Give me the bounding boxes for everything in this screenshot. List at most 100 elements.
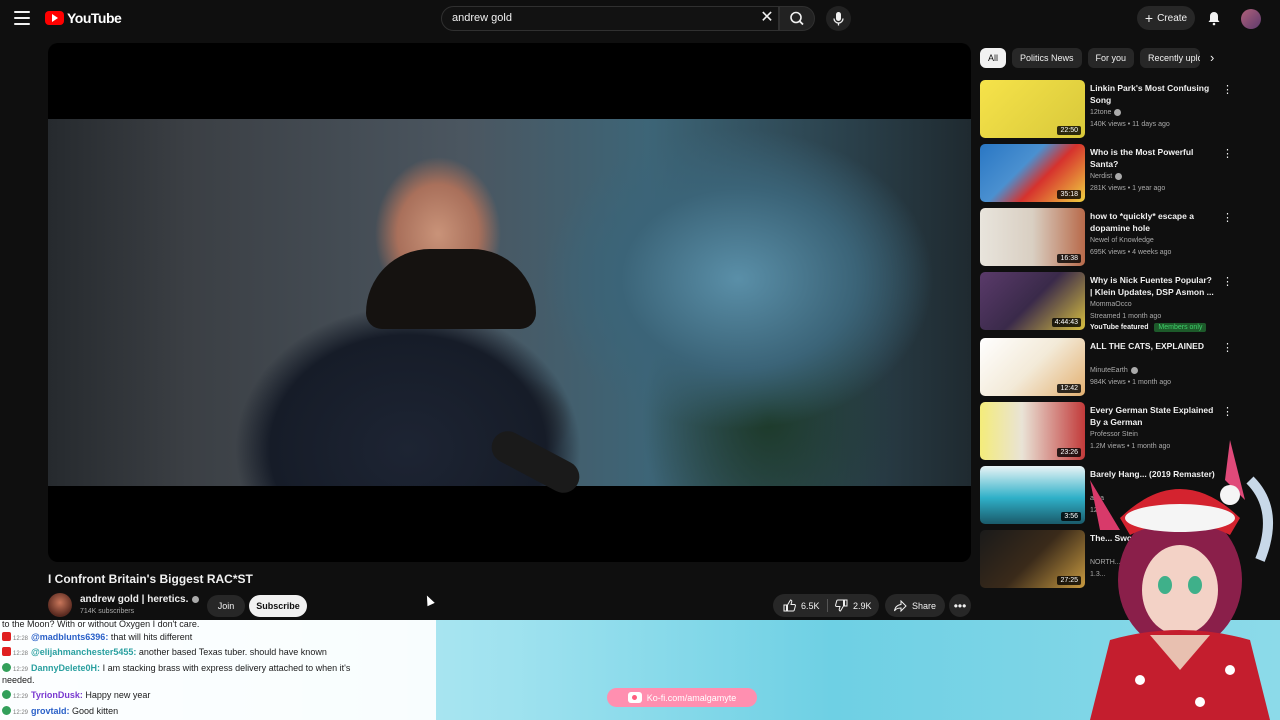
- chip-all[interactable]: All: [980, 48, 1007, 68]
- related-meta: Streamed 1 month ago: [1090, 313, 1162, 320]
- chat-message: needed.: [2, 675, 35, 685]
- related-title[interactable]: ALL THE CATS, EXPLAINED: [1090, 340, 1215, 352]
- channel-name[interactable]: andrew gold | heretics.: [80, 594, 200, 605]
- more-horizontal-icon: •••: [953, 598, 967, 613]
- create-button[interactable]: + Create: [1137, 6, 1195, 30]
- youtube-play-icon: [45, 11, 64, 25]
- chat-message: 12:28 @elijahmanchester5455: another base…: [2, 647, 327, 657]
- create-label: Create: [1157, 12, 1188, 24]
- related-channel[interactable]: MinuteEarth: [1090, 367, 1138, 374]
- like-button[interactable]: 6.5K: [783, 599, 820, 612]
- more-actions-button[interactable]: •••: [949, 594, 971, 617]
- related-video[interactable]: 35:18 Who is the Most Powerful Santa? Ne…: [980, 144, 1240, 204]
- verified-icon: [192, 596, 200, 603]
- members-badge: Members only: [1154, 323, 1207, 332]
- related-title[interactable]: how to *quickly* escape a dopamine hole: [1090, 210, 1215, 234]
- related-channel[interactable]: Nerdist: [1090, 173, 1123, 180]
- mouse-cursor: [423, 593, 435, 607]
- related-meta: 281K views • 1 year ago: [1090, 185, 1166, 192]
- video-thumbnail[interactable]: 27:25: [980, 530, 1085, 588]
- related-channel[interactable]: 12tone: [1090, 109, 1122, 116]
- plus-icon: +: [1144, 10, 1154, 26]
- more-vertical-icon[interactable]: ⋮: [1222, 147, 1233, 161]
- subscribe-button[interactable]: Subscribe: [249, 595, 307, 617]
- more-vertical-icon[interactable]: ⋮: [1222, 211, 1233, 225]
- logo-text: YouTube: [67, 10, 122, 26]
- chip-recently-uploaded[interactable]: Recently uploaded: [1140, 48, 1201, 68]
- related-meta: 695K views • 4 weeks ago: [1090, 249, 1172, 256]
- chat-text: I am stacking brass with express deliver…: [102, 663, 351, 673]
- related-video[interactable]: 12:42 ALL THE CATS, EXPLAINED MinuteEart…: [980, 338, 1240, 398]
- podcast-microphone: [486, 425, 585, 499]
- search-box[interactable]: [441, 6, 779, 31]
- youtube-logo[interactable]: YouTube: [45, 10, 122, 26]
- voice-search-button[interactable]: [826, 6, 851, 31]
- filter-chips: All Politics News For you Recently uploa…: [980, 48, 1201, 68]
- channel-name-text: andrew gold | heretics.: [80, 594, 189, 605]
- chat-user: @elijahmanchester5455:: [31, 647, 137, 657]
- related-video[interactable]: 16:38 how to *quickly* escape a dopamine…: [980, 208, 1240, 268]
- chat-text: needed.: [2, 675, 35, 685]
- notifications-bell-icon[interactable]: [1206, 10, 1222, 26]
- related-video[interactable]: 4:44:43 Why is Nick Fuentes Popular? | K…: [980, 272, 1240, 342]
- video-frame: [48, 119, 971, 499]
- chat-message: 12:29 TyrionDusk: Happy new year: [2, 690, 150, 700]
- dislike-button[interactable]: 2.9K: [835, 599, 872, 612]
- chat-text: Happy new year: [85, 690, 151, 700]
- video-thumbnail[interactable]: 23:26: [980, 402, 1085, 460]
- chat-text: Good kitten: [72, 706, 119, 716]
- video-player[interactable]: [48, 43, 971, 562]
- search-button[interactable]: [779, 6, 815, 31]
- chat-user: @madblunts6396:: [31, 632, 109, 642]
- video-thumbnail[interactable]: 16:38: [980, 208, 1085, 266]
- related-channel[interactable]: Newel of Knowledge: [1090, 237, 1154, 244]
- chat-time: 12:29: [13, 694, 29, 700]
- microphone-icon: [833, 12, 844, 26]
- chat-time: 12:28: [13, 636, 29, 642]
- more-vertical-icon[interactable]: ⋮: [1222, 341, 1233, 355]
- share-label: Share: [911, 600, 937, 611]
- featured-badge: YouTube featured: [1090, 324, 1149, 331]
- related-video[interactable]: 22:50 Linkin Park's Most Confusing Song …: [980, 80, 1240, 140]
- verified-icon: [1115, 173, 1123, 180]
- chat-text: another based Texas tuber. should have k…: [138, 647, 327, 657]
- search-input[interactable]: [452, 12, 742, 24]
- share-button[interactable]: Share: [885, 594, 945, 617]
- vtuber-avatar: [1090, 440, 1273, 720]
- channel-avatar[interactable]: [48, 593, 72, 617]
- verified-icon: [1114, 109, 1122, 116]
- chip-for-you[interactable]: For you: [1087, 48, 1135, 68]
- duration-badge: 35:18: [1057, 190, 1081, 199]
- video-thumbnail[interactable]: 22:50: [980, 80, 1085, 138]
- twitch-icon: [2, 663, 11, 672]
- video-thumbnail[interactable]: 12:42: [980, 338, 1085, 396]
- chat-user: DannyDelete0H:: [31, 663, 101, 673]
- chip-politics-news[interactable]: Politics News: [1012, 48, 1082, 68]
- video-thumbnail[interactable]: 4:44:43: [980, 272, 1085, 330]
- thumbs-down-icon: [835, 599, 848, 612]
- related-channel[interactable]: MommaOcco: [1090, 301, 1132, 308]
- related-title[interactable]: Why is Nick Fuentes Popular? | Klein Upd…: [1090, 274, 1215, 298]
- join-button[interactable]: Join: [207, 595, 245, 617]
- youtube-watch-page: YouTube ✕ + Create I Confront Britain's …: [0, 0, 1280, 720]
- chat-time: 12:29: [13, 667, 29, 673]
- clear-search-icon[interactable]: ✕: [760, 10, 774, 26]
- account-avatar[interactable]: [1241, 9, 1261, 29]
- related-channel[interactable]: Professor Stein: [1090, 431, 1138, 438]
- duration-badge: 16:38: [1057, 254, 1081, 263]
- more-vertical-icon[interactable]: ⋮: [1222, 405, 1233, 419]
- subscriber-count: 714K subscribers: [80, 608, 135, 615]
- video-thumbnail[interactable]: 35:18: [980, 144, 1085, 202]
- video-thumbnail[interactable]: 3:56: [980, 466, 1085, 524]
- chat-message: to the Moon? With or without Oxygen I do…: [2, 619, 199, 629]
- chat-user: grovtald:: [31, 706, 70, 716]
- related-title[interactable]: Linkin Park's Most Confusing Song: [1090, 82, 1215, 106]
- menu-icon[interactable]: [14, 11, 30, 25]
- more-vertical-icon[interactable]: ⋮: [1222, 83, 1233, 97]
- related-title[interactable]: Who is the Most Powerful Santa?: [1090, 146, 1215, 170]
- search-icon: [790, 11, 804, 26]
- chevron-right-icon[interactable]: ›: [1210, 50, 1224, 66]
- related-title[interactable]: Every German State Explained By a German: [1090, 404, 1215, 428]
- video-subject: [366, 249, 536, 329]
- more-vertical-icon[interactable]: ⋮: [1222, 275, 1233, 289]
